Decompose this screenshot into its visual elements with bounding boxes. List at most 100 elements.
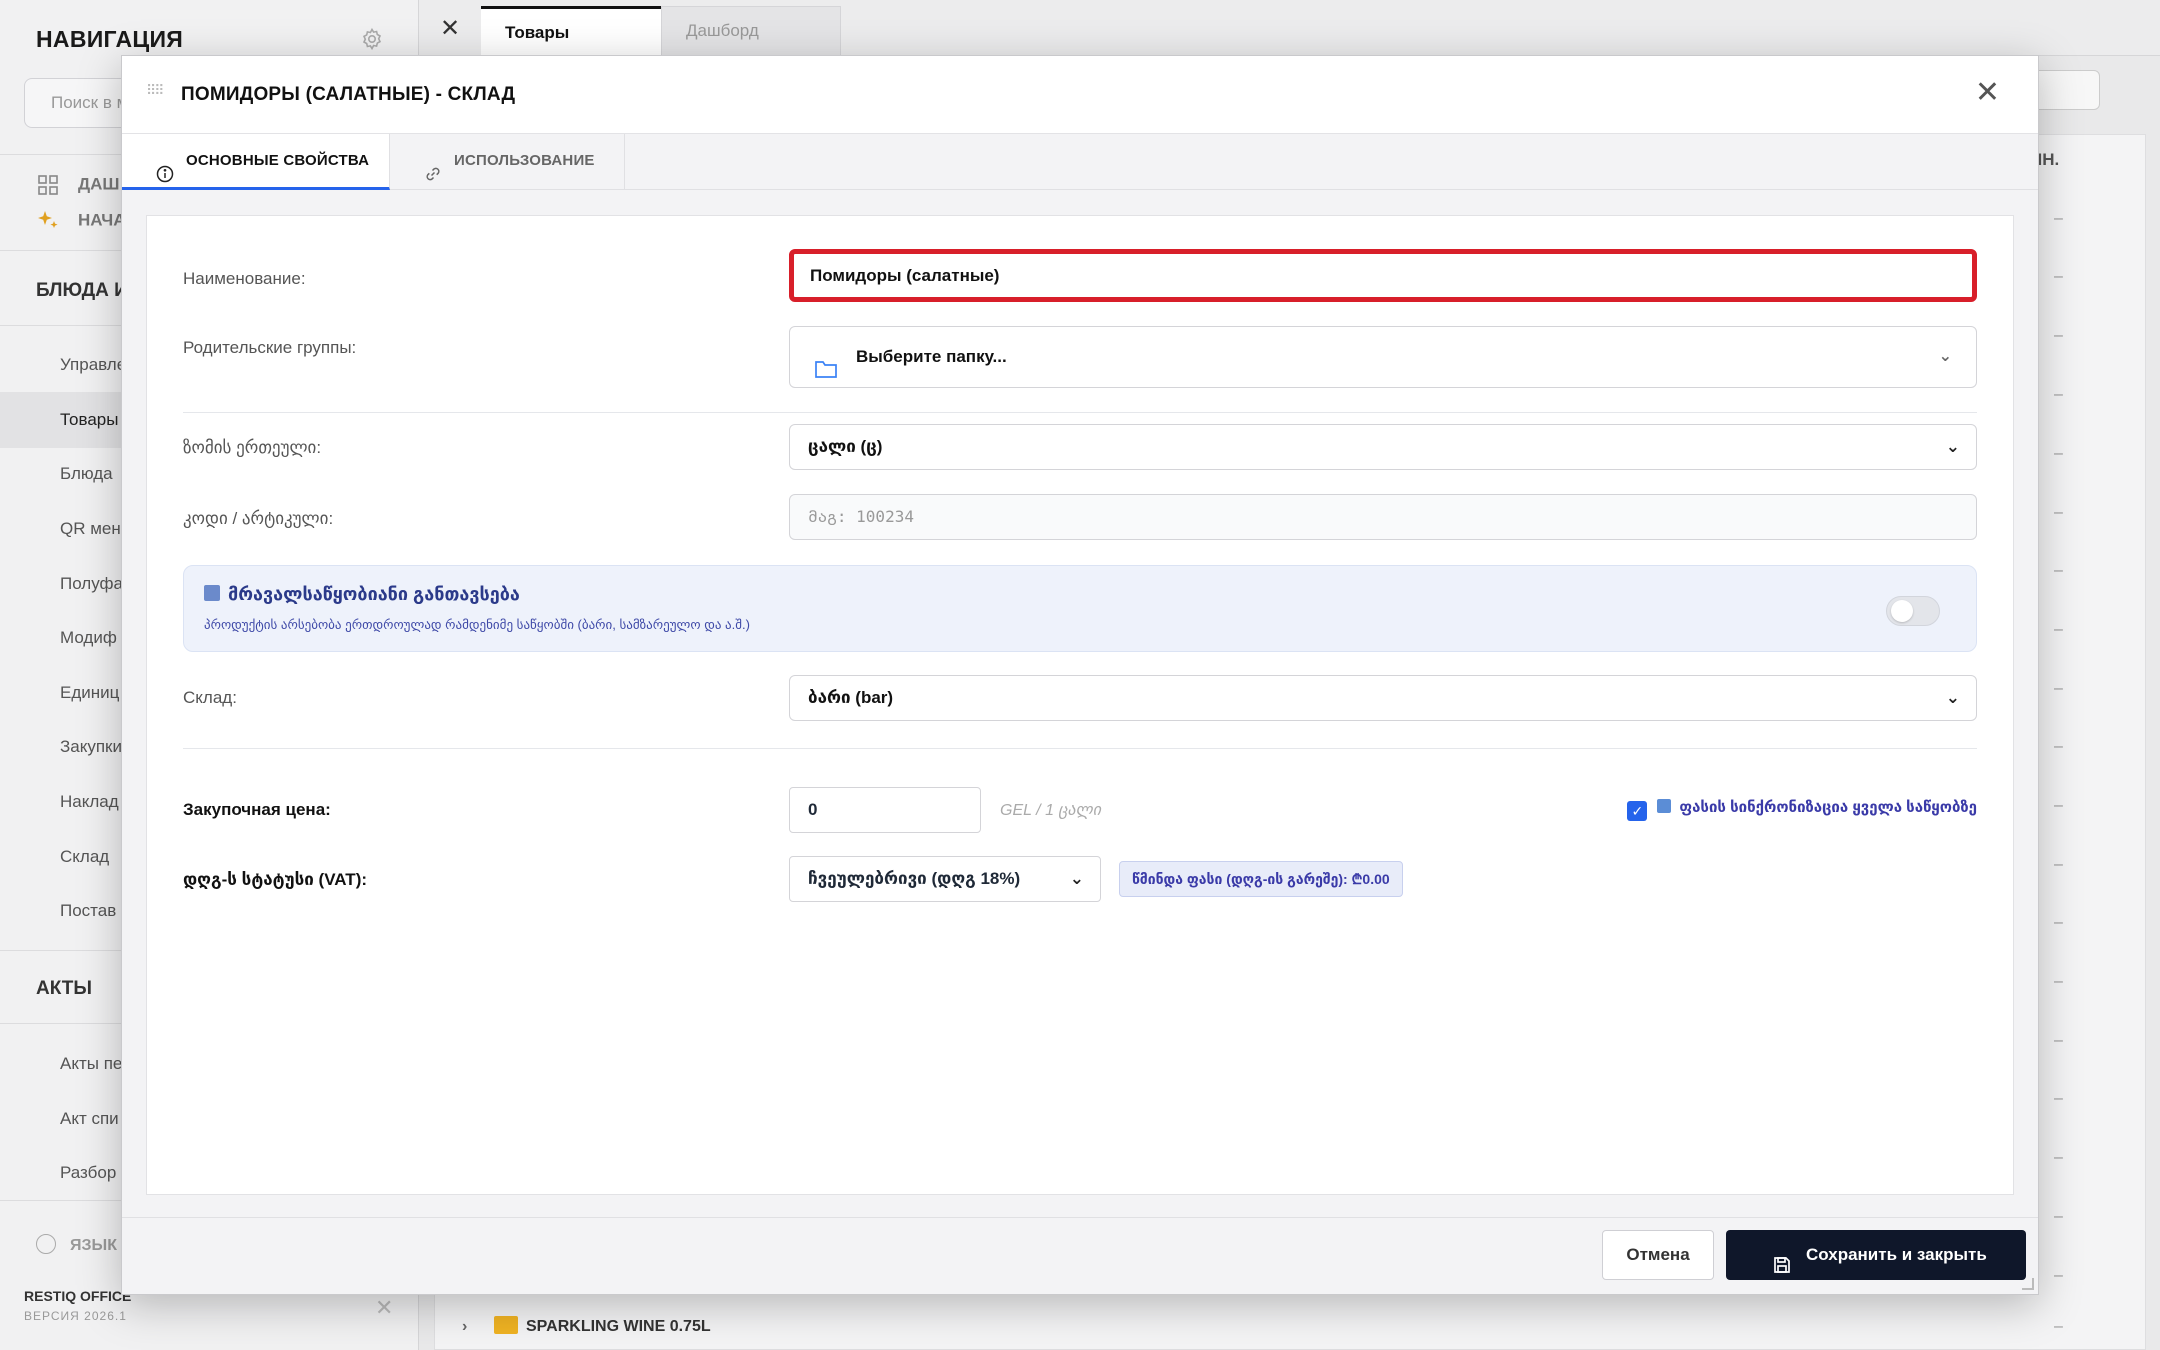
- sidebar-item[interactable]: QR мен: [60, 519, 121, 539]
- info-icon: [156, 152, 174, 183]
- product-edit-dialog: ⠿⠿ ПОМИДОРЫ (САЛАТНЫЕ) - СКЛАД ✕ ОСНОВНЫ…: [121, 55, 2039, 1295]
- tab-dashboard[interactable]: Дашборд: [661, 6, 841, 56]
- sidebar-item[interactable]: Склад: [60, 847, 109, 867]
- name-label: Наименование:: [183, 269, 306, 288]
- folder-name: SPARKLING WINE 0.75L: [526, 1318, 711, 1335]
- vat-status-value: ჩვეულებრივი (დღგ 18%): [808, 869, 1021, 888]
- close-icon[interactable]: ✕: [440, 14, 460, 43]
- tab-products[interactable]: Товары: [481, 6, 661, 56]
- table-cell: –: [2054, 1208, 2063, 1225]
- price-sync-checkbox[interactable]: ✓: [1627, 801, 1648, 821]
- sync-icon: [1657, 799, 1672, 813]
- warehouse-select[interactable]: ბარი (bar) ⌄: [789, 675, 1977, 721]
- table-cell: –: [2054, 797, 2063, 814]
- dialog-header: ⠿⠿ ПОМИДОРЫ (САЛАТНЫЕ) - СКЛАД ✕: [122, 56, 2038, 134]
- tab-usage[interactable]: ИСПОЛЬЗОВАНИЕ: [390, 134, 625, 190]
- chevron-down-icon: ⌄: [1945, 437, 1960, 456]
- sidebar-item-dashboard[interactable]: ДАШ: [36, 173, 119, 197]
- table-cell: –: [2054, 1090, 2063, 1107]
- sidebar-item-label: НАЧА: [78, 210, 126, 230]
- chevron-down-icon: ⌄: [1069, 869, 1084, 888]
- sidebar-item-start[interactable]: НАЧА: [36, 209, 125, 233]
- sidebar-item[interactable]: Акт спи: [60, 1109, 119, 1129]
- price-unit-note: GEL / 1 ცალი: [1000, 802, 1101, 819]
- table-cell: –: [2054, 562, 2063, 579]
- name-input[interactable]: Помидоры (салатные): [789, 249, 1977, 302]
- parent-groups-select[interactable]: Выберите папку... ⌄: [789, 326, 1977, 388]
- warehouse-label: Склад:: [183, 688, 237, 707]
- multi-warehouse-title: მრავალსაწყობიანი განთავსება: [204, 584, 520, 605]
- sparkle-icon: [36, 209, 60, 233]
- properties-form: Наименование: Помидоры (салатные) Родите…: [146, 215, 2014, 1195]
- gear-icon[interactable]: [360, 27, 384, 51]
- save-icon: [1772, 1245, 1792, 1273]
- vat-status-select[interactable]: ჩვეულებრივი (დღგ 18%) ⌄: [789, 856, 1101, 902]
- resize-handle[interactable]: [2022, 1278, 2034, 1290]
- save-button-label: Сохранить и закрыть: [1806, 1245, 1987, 1264]
- unit-select[interactable]: ცალი (ც) ⌄: [789, 424, 1977, 470]
- tab-label: ОСНОВНЫЕ СВОЙСТВА: [186, 152, 370, 169]
- tab-main-properties[interactable]: ОСНОВНЫЕ СВОЙСТВА: [122, 134, 390, 190]
- version-label: ВЕРСИЯ 2026.1: [24, 1309, 127, 1323]
- sidebar-section-title: БЛЮДА И: [36, 280, 128, 301]
- tab-label: ИСПОЛЬЗОВАНИЕ: [454, 152, 595, 169]
- table-cell: –: [2054, 914, 2063, 931]
- table-cell: –: [2054, 327, 2063, 344]
- divider: [183, 748, 1977, 749]
- table-cell: –: [2054, 973, 2063, 990]
- sidebar-item[interactable]: Управле: [60, 355, 126, 375]
- sidebar-item[interactable]: Акты пе: [60, 1054, 122, 1074]
- cancel-button[interactable]: Отмена: [1602, 1230, 1714, 1280]
- divider: [183, 412, 1977, 413]
- link-icon: [424, 152, 442, 181]
- table-cell: –: [2054, 1318, 2063, 1335]
- close-icon[interactable]: ✕: [1975, 78, 2000, 108]
- table-cell: –: [2054, 680, 2063, 697]
- table-cell: –: [2054, 856, 2063, 873]
- table-cell: –: [2054, 1149, 2063, 1166]
- multi-warehouse-toggle[interactable]: [1886, 596, 1940, 626]
- parent-groups-placeholder: Выберите папку...: [856, 347, 1007, 366]
- folder-icon: [814, 345, 838, 378]
- price-sync-label: ფასის სინქრონიზაცია ყველა საწყობზე: [1679, 799, 1977, 816]
- price-sync-option[interactable]: ✓ ფასის სინქრონიზაცია ყველა საწყობზე: [1627, 798, 1977, 821]
- close-icon[interactable]: ✕: [375, 1295, 393, 1321]
- books-icon: [204, 585, 220, 601]
- table-row[interactable]: › SPARKLING WINE 0.75L: [462, 1316, 711, 1336]
- vat-status-label: დღგ-ს სტატუსი (VAT):: [183, 870, 368, 889]
- chevron-down-icon: ⌄: [1945, 688, 1960, 707]
- purchase-price-label: Закупочная цена:: [183, 800, 331, 819]
- unit-value: ცალი (ც): [808, 437, 883, 456]
- sidebar-item[interactable]: Модиф: [60, 628, 117, 648]
- parent-groups-label: Родительские группы:: [183, 338, 357, 357]
- language-switch[interactable]: ЯЗЫК: [36, 1234, 117, 1255]
- table-cell: –: [2054, 210, 2063, 227]
- sidebar-item-label: ДАШ: [78, 174, 120, 194]
- net-price-badge: წმინდა ფასი (დღგ-ის გარეშე): ₾0.00: [1119, 861, 1403, 897]
- dialog-footer: Отмена Сохранить и закрыть: [122, 1217, 2038, 1294]
- sidebar-item[interactable]: Разбор: [60, 1163, 116, 1183]
- drag-handle-icon[interactable]: ⠿⠿: [146, 83, 166, 102]
- sidebar-title: НАВИГАЦИЯ: [36, 26, 184, 52]
- sidebar-item[interactable]: Постав: [60, 901, 116, 921]
- dashboard-icon: [36, 173, 60, 197]
- table-cell: –: [2054, 1267, 2063, 1284]
- code-input[interactable]: მაგ: 100234: [789, 494, 1977, 540]
- sidebar-item[interactable]: Наклад: [60, 792, 119, 812]
- multi-warehouse-panel: მრავალსაწყობიანი განთავსება პროდუქტის არ…: [183, 565, 1977, 652]
- language-label: ЯЗЫК: [70, 1237, 117, 1254]
- globe-icon: [36, 1234, 56, 1254]
- multi-warehouse-description: პროდუქტის არსებობა ერთდროულად რამდენიმე …: [204, 617, 750, 632]
- table-cell: –: [2054, 445, 2063, 462]
- sidebar-item[interactable]: Полуфа: [60, 574, 123, 594]
- sidebar-item[interactable]: Закупки: [60, 737, 122, 757]
- table-cell: –: [2054, 386, 2063, 403]
- chevron-down-icon: ⌄: [1938, 348, 1952, 365]
- chevron-right-icon[interactable]: ›: [462, 1318, 482, 1336]
- save-and-close-button[interactable]: Сохранить и закрыть: [1726, 1230, 2026, 1280]
- sidebar-item[interactable]: Единиц: [60, 683, 119, 703]
- table-cell: –: [2054, 268, 2063, 285]
- folder-icon: [494, 1316, 518, 1334]
- sidebar-item[interactable]: Блюда: [60, 464, 113, 484]
- purchase-price-input[interactable]: 0: [789, 787, 981, 833]
